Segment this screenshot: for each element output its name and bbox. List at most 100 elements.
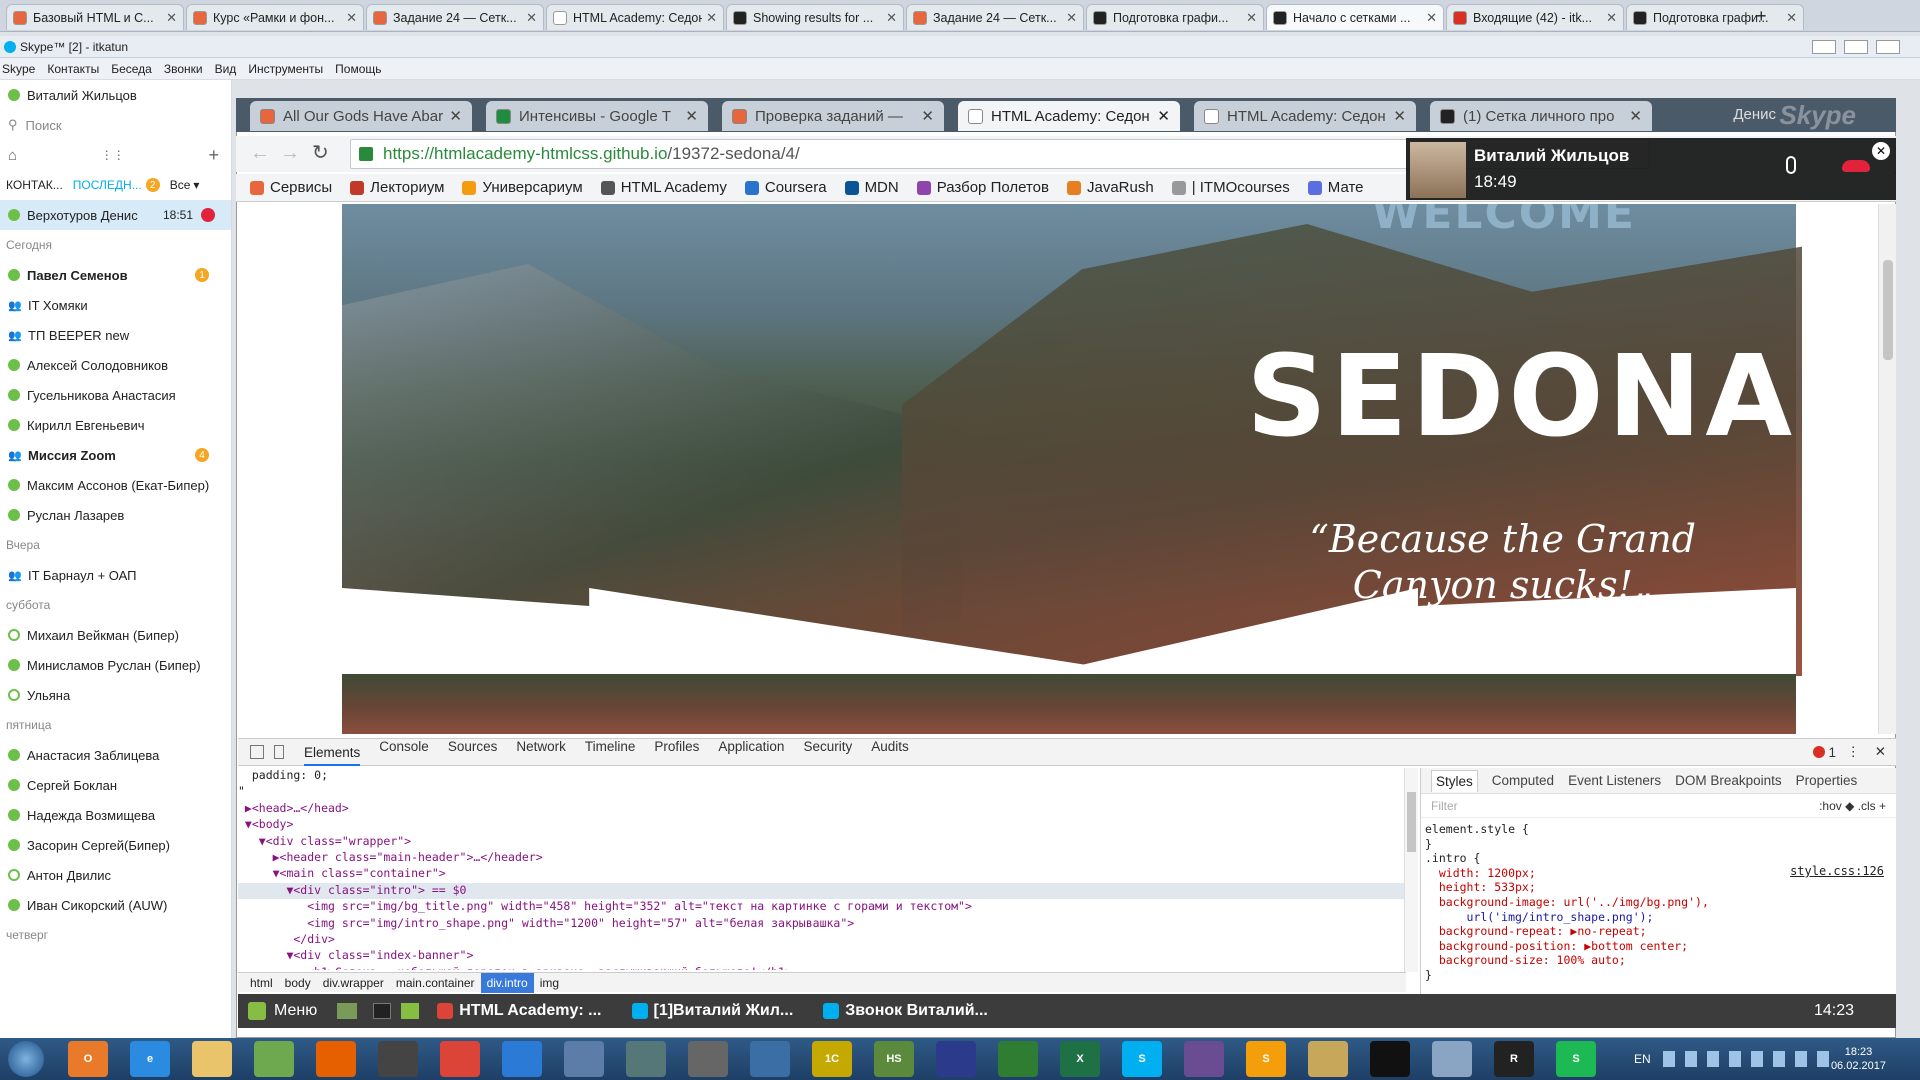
styles-tab[interactable]: Styles xyxy=(1431,769,1478,792)
devtools-tab[interactable]: Audits xyxy=(871,739,909,766)
home-icon[interactable]: ⌂ xyxy=(8,147,17,164)
save-icon[interactable] xyxy=(936,1041,976,1077)
dom-node-line[interactable]: ▶<header class="main-header">…</header> xyxy=(238,850,1406,866)
contact-item[interactable]: Максим Ассонов (Екат-Бипер) xyxy=(0,470,231,500)
dom-node-line[interactable]: ▼<div class="wrapper"> xyxy=(238,834,1406,850)
skype-icon[interactable]: S xyxy=(1122,1041,1162,1077)
outer-tab[interactable]: Showing results for ... ✕ xyxy=(726,4,904,30)
scroll-thumb[interactable] xyxy=(1883,260,1893,360)
browser-tab[interactable]: Проверка заданий — ✕ xyxy=(722,101,944,131)
close-icon[interactable]: ✕ xyxy=(1246,10,1257,26)
firefox-icon[interactable] xyxy=(316,1041,356,1077)
outer-tab[interactable]: HTML Academy: Седона ✕ xyxy=(546,4,724,30)
close-icon[interactable]: ✕ xyxy=(526,10,537,26)
menu-item[interactable]: Звонки xyxy=(164,62,203,76)
devtools-tab[interactable]: Application xyxy=(718,739,784,766)
close-icon[interactable]: ✕ xyxy=(685,107,698,125)
contact-item[interactable]: Засорин Сергей(Бипер) xyxy=(0,830,231,860)
explorer-icon[interactable] xyxy=(192,1041,232,1077)
contact-item[interactable]: Руслан Лазарев xyxy=(0,500,231,530)
dom-node-line[interactable]: ▼<div class="intro"> == $0 xyxy=(238,882,1406,900)
browser-tab[interactable]: HTML Academy: Седон ✕ xyxy=(958,101,1180,131)
dom-node-line[interactable]: " xyxy=(238,784,1406,800)
styles-tab[interactable]: Properties xyxy=(1796,773,1858,788)
breadcrumb-item[interactable]: html xyxy=(244,976,279,990)
close-icon[interactable]: ✕ xyxy=(1066,10,1077,26)
breadcrumb-item[interactable]: img xyxy=(534,976,565,990)
chrome-icon[interactable] xyxy=(440,1041,480,1077)
dom-node-line[interactable]: ▶<head>…</head> xyxy=(238,801,1406,817)
devtools-tab[interactable]: Sources xyxy=(448,739,498,766)
breadcrumb-item[interactable]: body xyxy=(279,976,317,990)
sublime-icon[interactable]: S xyxy=(1246,1041,1286,1077)
contact-item[interactable]: Ульяна xyxy=(0,680,231,710)
onec-icon[interactable]: 1С xyxy=(812,1041,852,1077)
contact-item[interactable]: Надежда Возмищева xyxy=(0,800,231,830)
devtools-tab[interactable]: Elements xyxy=(304,745,361,766)
style-source-link[interactable]: style.css:126 xyxy=(1790,864,1884,878)
tools-icon[interactable] xyxy=(1308,1041,1348,1077)
browser-tab[interactable]: (1) Сетка личного про ✕ xyxy=(1430,101,1652,131)
filter-dropdown[interactable]: Все ▾ xyxy=(170,178,200,192)
close-icon[interactable]: ✕ xyxy=(1157,107,1170,125)
contact-item[interactable]: Антон Двилис xyxy=(0,860,231,890)
dom-node-line[interactable]: </div> xyxy=(238,932,1406,948)
bookmark-item[interactable]: Сервисы xyxy=(250,179,332,196)
minimize-button[interactable] xyxy=(1812,39,1836,54)
contact-item[interactable]: 👥 IT Хомяки xyxy=(0,290,231,320)
language-indicator[interactable]: EN xyxy=(1634,1052,1651,1066)
outer-tab[interactable]: Начало с сетками ... ✕ xyxy=(1266,4,1444,30)
styles-tab[interactable]: DOM Breakpoints xyxy=(1675,773,1782,788)
forward-icon[interactable]: → xyxy=(280,142,300,165)
headphones-icon[interactable] xyxy=(378,1041,418,1077)
close-icon[interactable]: ✕ xyxy=(166,10,177,26)
contact-item[interactable]: Иван Сикорский (AUW) xyxy=(0,890,231,920)
close-icon[interactable]: ✕ xyxy=(449,107,462,125)
dialpad-icon[interactable]: ⋮⋮ xyxy=(101,148,125,162)
start-button[interactable] xyxy=(8,1041,44,1077)
styles-tab[interactable]: Computed xyxy=(1492,773,1554,788)
outer-tab[interactable]: Базовый HTML и С... ✕ xyxy=(6,4,184,30)
cat-icon[interactable] xyxy=(1184,1041,1224,1077)
inspect-icon[interactable] xyxy=(250,745,264,759)
contact-item[interactable]: Гусельникова Анастасия xyxy=(0,380,231,410)
contact-item[interactable]: Павел Семенов 1 xyxy=(0,260,231,290)
new-tab-button[interactable]: + xyxy=(1756,6,1767,27)
microphone-icon[interactable] xyxy=(1786,156,1796,174)
browser-tab[interactable]: All Our Gods Have Abar ✕ xyxy=(250,101,472,131)
spotify-icon[interactable]: S xyxy=(1556,1041,1596,1077)
bookmark-item[interactable]: Coursera xyxy=(744,179,827,196)
close-icon[interactable]: ✕ xyxy=(1606,10,1617,26)
breadcrumb-item[interactable]: main.container xyxy=(390,976,481,990)
tab-recent[interactable]: ПОСЛЕДН... 2 xyxy=(73,178,160,192)
close-icon[interactable]: ✕ xyxy=(1393,107,1406,125)
elements-scrollbar[interactable] xyxy=(1404,768,1418,972)
close-icon[interactable]: ✕ xyxy=(346,10,357,26)
ie-icon[interactable]: e xyxy=(130,1041,170,1077)
profile-button[interactable]: Денис xyxy=(1733,106,1776,123)
outer-tab[interactable]: Входящие (42) - itk... ✕ xyxy=(1446,4,1624,30)
maximize-button[interactable] xyxy=(1844,39,1868,54)
breadcrumb-item[interactable]: div.intro xyxy=(480,972,534,993)
scroll-thumb[interactable] xyxy=(1407,792,1416,852)
contact-item[interactable]: Алексей Солодовников xyxy=(0,350,231,380)
contact-item[interactable]: Кирилл Евгеньевич xyxy=(0,410,231,440)
calc-icon[interactable] xyxy=(1432,1041,1472,1077)
add-icon[interactable]: + xyxy=(208,145,219,166)
phone-icon[interactable] xyxy=(502,1041,542,1077)
contact-item[interactable]: Сергей Боклан xyxy=(0,770,231,800)
close-icon[interactable]: ✕ xyxy=(1872,142,1890,160)
device-icon[interactable] xyxy=(274,745,284,759)
tab-contacts[interactable]: КОНТАК... xyxy=(6,178,63,192)
terminal-icon[interactable] xyxy=(373,1003,392,1019)
search-field[interactable]: ⚲ Поиск xyxy=(0,110,231,140)
menu-item[interactable]: Контакты xyxy=(47,62,99,76)
close-icon[interactable]: ✕ xyxy=(886,10,897,26)
dom-node-line[interactable]: <h1>Седона - небольшой городок в аризоне… xyxy=(238,965,1406,970)
browser-tab[interactable]: Интенсивы - Google Т ✕ xyxy=(486,101,708,131)
devtools-tab[interactable]: Profiles xyxy=(654,739,699,766)
menu-button[interactable]: Меню xyxy=(274,1002,317,1020)
current-user[interactable]: Виталий Жильцов xyxy=(0,80,231,110)
outer-tab[interactable]: Подготовка графи... ✕ xyxy=(1626,4,1804,30)
bookmark-item[interactable]: Лекториум xyxy=(350,179,444,196)
